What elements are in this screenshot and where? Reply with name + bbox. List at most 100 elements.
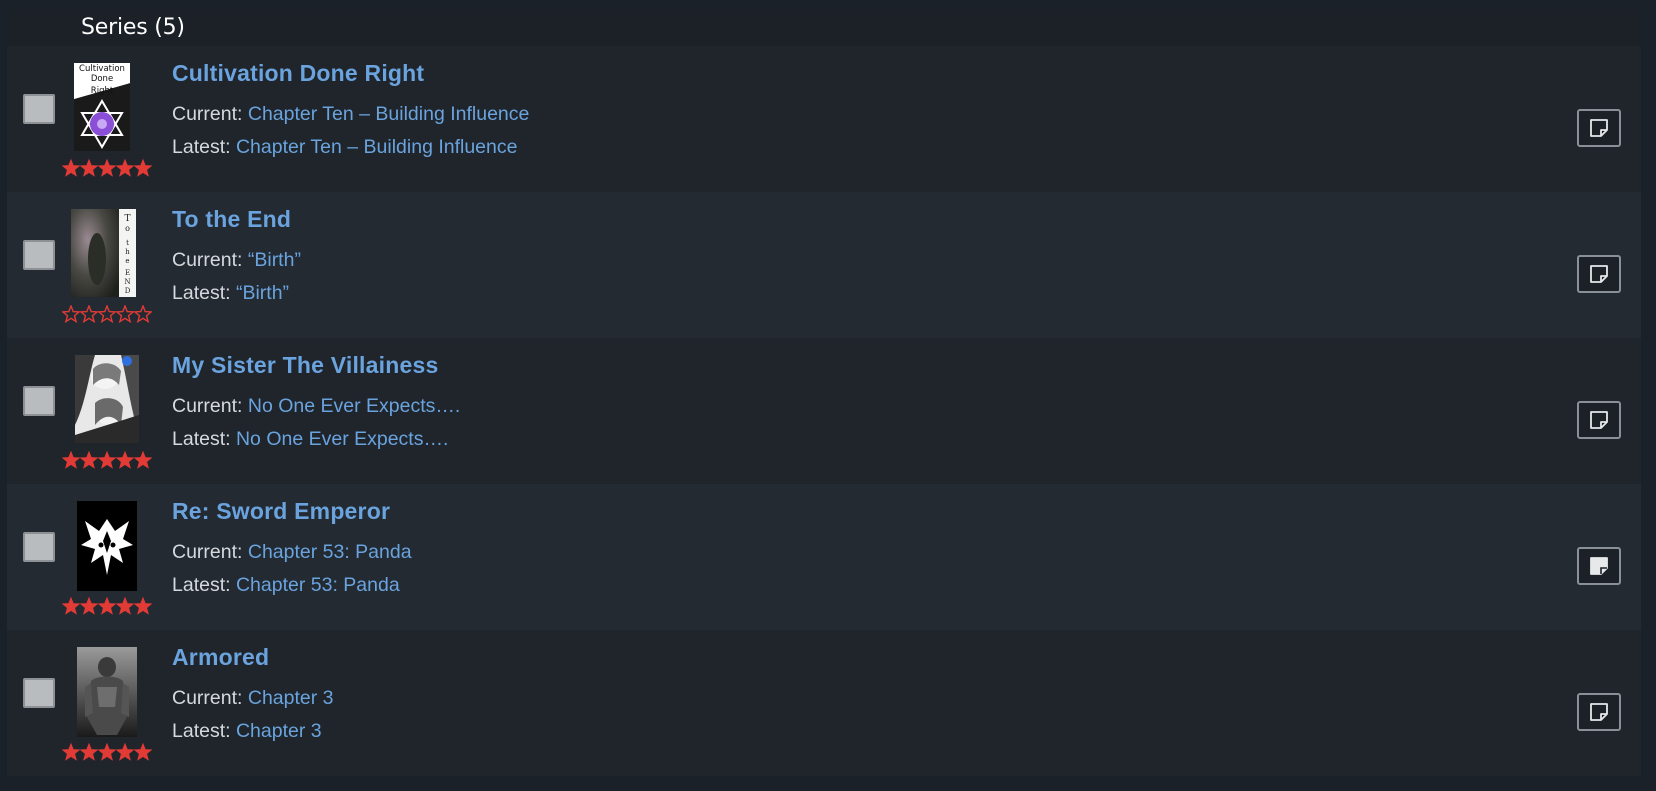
series-header: Series (5) <box>7 9 1641 46</box>
current-label: Current: <box>172 687 248 709</box>
series-row: Armored Current: Chapter 3 Latest: Chapt… <box>7 630 1641 776</box>
cover-text-line-2: o <box>125 224 130 233</box>
cover-text-line-7: N <box>124 278 130 286</box>
current-chapter-link[interactable]: Chapter 3 <box>248 687 334 709</box>
star-icon[interactable] <box>134 743 152 761</box>
star-icon[interactable] <box>80 743 98 761</box>
series-row: T o t h e E N D To the End Current: “Bir… <box>7 192 1641 338</box>
star-icon[interactable] <box>134 597 152 615</box>
note-icon <box>1590 703 1608 721</box>
current-label: Current: <box>172 103 248 125</box>
cover-image[interactable] <box>75 355 139 443</box>
current-chapter: Current: Chapter 53: Panda <box>172 541 412 564</box>
note-button[interactable] <box>1577 547 1621 585</box>
latest-label: Latest: <box>172 282 236 304</box>
cover-image[interactable]: Cultivation Done Right <box>74 63 130 151</box>
note-icon <box>1590 557 1608 575</box>
latest-label: Latest: <box>172 574 236 596</box>
note-button[interactable] <box>1577 693 1621 731</box>
cover-text-line-3: t <box>126 239 129 247</box>
star-icon[interactable] <box>80 159 98 177</box>
star-icon[interactable] <box>116 743 134 761</box>
latest-chapter-link[interactable]: No One Ever Expects…. <box>236 428 448 450</box>
rating-stars[interactable] <box>62 305 152 323</box>
series-checkbox[interactable] <box>23 532 55 562</box>
star-icon[interactable] <box>80 597 98 615</box>
latest-chapter: Latest: Chapter 53: Panda <box>172 574 400 597</box>
star-icon[interactable] <box>80 305 98 323</box>
rating-stars[interactable] <box>62 597 152 615</box>
note-icon <box>1590 411 1608 429</box>
cover-text-line-4: h <box>125 248 130 256</box>
note-button[interactable] <box>1577 255 1621 293</box>
star-icon[interactable] <box>98 305 116 323</box>
latest-chapter: Latest: No One Ever Expects…. <box>172 428 448 451</box>
latest-chapter-link[interactable]: Chapter Ten – Building Influence <box>236 136 518 158</box>
star-icon[interactable] <box>98 159 116 177</box>
star-icon[interactable] <box>134 159 152 177</box>
current-chapter: Current: “Birth” <box>172 249 301 272</box>
current-chapter-link[interactable]: “Birth” <box>248 249 301 271</box>
cover-image[interactable] <box>77 501 137 591</box>
series-header-title: Series (5) <box>81 15 185 40</box>
star-icon[interactable] <box>62 451 80 469</box>
star-icon[interactable] <box>116 451 134 469</box>
latest-label: Latest: <box>172 428 236 450</box>
cover-text-line-1: T <box>124 214 130 224</box>
star-icon[interactable] <box>116 597 134 615</box>
star-icon[interactable] <box>62 159 80 177</box>
cover-text-line-8: D <box>125 287 131 295</box>
cover-text-line-6: E <box>125 269 130 277</box>
current-label: Current: <box>172 395 248 417</box>
current-label: Current: <box>172 249 248 271</box>
series-title[interactable]: To the End <box>172 206 291 233</box>
cover-image[interactable]: T o t h e E N D <box>71 209 136 297</box>
note-icon <box>1590 265 1608 283</box>
rating-stars[interactable] <box>62 159 152 177</box>
series-title[interactable]: Armored <box>172 644 269 671</box>
note-button[interactable] <box>1577 401 1621 439</box>
star-icon[interactable] <box>98 451 116 469</box>
series-checkbox[interactable] <box>23 240 55 270</box>
series-checkbox[interactable] <box>23 94 55 124</box>
rating-stars[interactable] <box>62 451 152 469</box>
series-row: Cultivation Done Right Cultivation Done … <box>7 46 1641 192</box>
cover-text-line-2: Done <box>91 74 113 84</box>
star-icon[interactable] <box>80 451 98 469</box>
star-icon[interactable] <box>134 305 152 323</box>
latest-chapter: Latest: Chapter Ten – Building Influence <box>172 136 517 159</box>
current-chapter: Current: Chapter 3 <box>172 687 334 710</box>
latest-chapter-link[interactable]: Chapter 53: Panda <box>236 574 400 596</box>
star-icon[interactable] <box>62 597 80 615</box>
note-icon <box>1590 119 1608 137</box>
cover-image[interactable] <box>77 647 137 737</box>
series-checkbox[interactable] <box>23 386 55 416</box>
latest-label: Latest: <box>172 136 236 158</box>
series-checkbox[interactable] <box>23 678 55 708</box>
latest-label: Latest: <box>172 720 236 742</box>
star-icon[interactable] <box>62 743 80 761</box>
series-title[interactable]: Re: Sword Emperor <box>172 498 390 525</box>
star-icon[interactable] <box>98 597 116 615</box>
star-icon[interactable] <box>98 743 116 761</box>
current-chapter-link[interactable]: No One Ever Expects…. <box>248 395 460 417</box>
latest-chapter-link[interactable]: “Birth” <box>236 282 289 304</box>
current-chapter-link[interactable]: Chapter Ten – Building Influence <box>248 103 530 125</box>
star-icon[interactable] <box>62 305 80 323</box>
cover-text-line-1: Cultivation <box>79 64 125 74</box>
star-icon[interactable] <box>116 305 134 323</box>
latest-chapter-link[interactable]: Chapter 3 <box>236 720 322 742</box>
star-icon[interactable] <box>134 451 152 469</box>
current-chapter: Current: No One Ever Expects…. <box>172 395 460 418</box>
current-chapter: Current: Chapter Ten – Building Influenc… <box>172 103 529 126</box>
cover-text-line-3: Right <box>91 86 114 96</box>
star-icon[interactable] <box>116 159 134 177</box>
series-title[interactable]: Cultivation Done Right <box>172 60 424 87</box>
current-chapter-link[interactable]: Chapter 53: Panda <box>248 541 412 563</box>
series-panel: Series (5) Cultivation Done Right Cultiv… <box>7 9 1641 776</box>
rating-stars[interactable] <box>62 743 152 761</box>
note-button[interactable] <box>1577 109 1621 147</box>
series-row: Re: Sword Emperor Current: Chapter 53: P… <box>7 484 1641 630</box>
series-title[interactable]: My Sister The Villainess <box>172 352 438 379</box>
latest-chapter: Latest: “Birth” <box>172 282 289 305</box>
